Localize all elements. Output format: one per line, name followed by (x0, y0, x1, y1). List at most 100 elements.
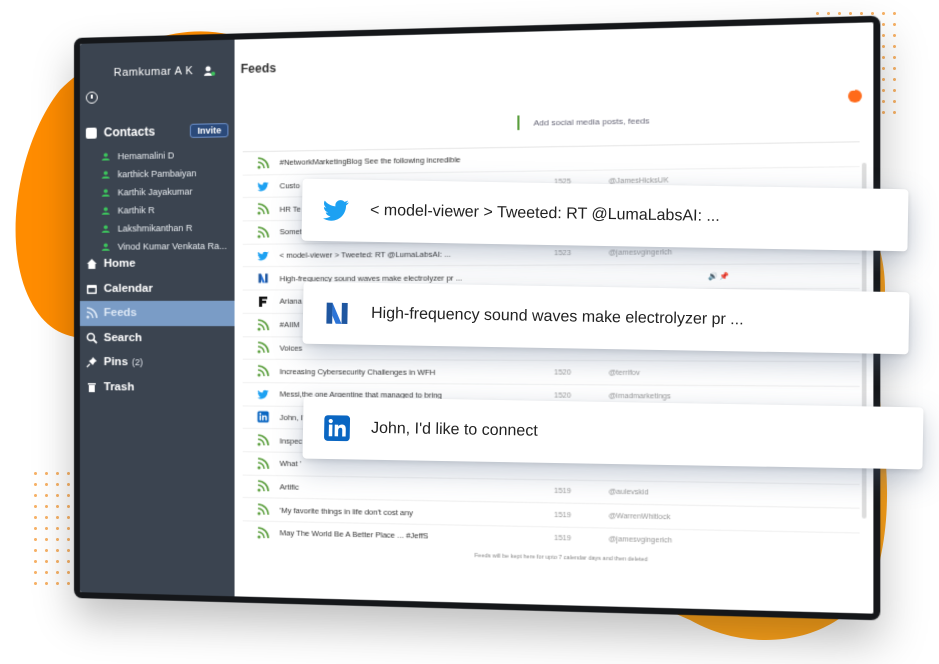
feed-time: 1520 (554, 368, 571, 377)
rss-icon (257, 503, 269, 515)
nikola-card-text: High-frequency sound waves make electrol… (370, 304, 744, 329)
linkedin-card-text: John, I'd like to connect (370, 419, 538, 440)
pins-count: (2) (131, 357, 143, 368)
nav-search[interactable]: Search (80, 326, 235, 351)
contact-name: Vinod Kumar Venkata Ra... (117, 240, 227, 252)
feed-author: @imadmarketings (608, 392, 671, 401)
nav-feeds[interactable]: Feeds (79, 300, 235, 326)
feed-time (554, 158, 608, 159)
feed-author: @aulevskid (608, 488, 649, 497)
rss-icon (257, 319, 269, 331)
calendar-icon (86, 284, 97, 294)
feed-time: 1519 (554, 511, 571, 520)
linkedin-icon (257, 411, 269, 423)
feed-time: 1519 (554, 487, 571, 496)
add-social-label: Add social media posts, feeds (533, 115, 650, 128)
contact-item[interactable]: karthick Pambaiyan (101, 164, 233, 184)
feed-title: May The World Be A Better Place ... #Jef… (279, 528, 429, 541)
feed-time: 1523 (554, 249, 571, 258)
feed-author: @WarrenWhitlock (608, 512, 671, 521)
user-name: Ramkumar A K (113, 65, 194, 80)
twitter-icon (257, 249, 269, 261)
nav-search-label: Search (103, 331, 142, 344)
feed-title: < model-viewer > Tweeted: RT @LumaLabsAI… (279, 249, 451, 260)
nav-pins[interactable]: Pins (2) (80, 350, 235, 375)
contact-name: Hemamalini D (117, 150, 175, 162)
user-row[interactable]: Ramkumar A K (114, 64, 216, 79)
feed-time: 1520 (554, 392, 571, 401)
rss-icon (257, 527, 269, 539)
nav-trash[interactable]: Trash (80, 375, 235, 401)
f-icon (257, 296, 269, 308)
contact-item[interactable]: Karthik R (101, 200, 233, 220)
feed-author: @jamesvgingerich (608, 536, 673, 546)
contacts-icon (85, 127, 97, 139)
rss-icon (86, 307, 98, 319)
contact-person-icon (101, 170, 110, 179)
contact-person-icon (101, 224, 110, 233)
nav-calendar[interactable]: Calendar (80, 276, 235, 301)
contact-person-icon (101, 188, 110, 197)
contact-name: karthick Pambaiyan (117, 168, 197, 180)
contact-item[interactable]: Lakshmikanthan R (101, 218, 233, 237)
home-icon (86, 258, 97, 269)
feed-author (609, 156, 708, 157)
contact-person-icon (101, 242, 110, 251)
contact-person-icon (101, 206, 110, 215)
nikola-icon (326, 302, 348, 324)
contact-item[interactable]: Karthik Jayakumar (101, 182, 233, 202)
contacts-header: Contacts Invite (85, 123, 233, 140)
feed-time: 1519 (554, 535, 571, 543)
sidebar: Ramkumar A K Contacts Invite Hemamalini … (79, 39, 235, 597)
contact-item[interactable]: Hemamalini D (101, 145, 233, 165)
nikola-icon (257, 272, 269, 284)
add-social-button[interactable]: Add social media posts, feeds (517, 113, 650, 131)
contacts-title: Contacts (103, 124, 155, 140)
feed-title: 'My favorite things in life don't cost a… (279, 505, 413, 518)
contact-person-icon (101, 152, 110, 161)
contact-name: Karthik R (117, 205, 155, 216)
contact-list: Hemamalini D karthick Pambaiyan Karthik … (101, 145, 233, 255)
main-nav: Home Calendar Feeds Search Pins (2) Trash (79, 251, 235, 401)
nav-trash-label: Trash (103, 380, 135, 394)
twitter-icon (257, 180, 269, 192)
rss-icon (257, 365, 269, 377)
pin-icon (86, 356, 97, 368)
search-icon (86, 331, 98, 343)
linkedin-icon (324, 415, 351, 442)
twitter-feed-card[interactable]: < model-viewer > Tweeted: RT @LumaLabsAI… (301, 178, 909, 252)
rss-icon (257, 457, 269, 469)
nav-feeds-label: Feeds (103, 307, 137, 320)
contact-name: Karthik Jayakumar (117, 186, 193, 198)
more-options-icon[interactable] (848, 89, 862, 103)
speaker-pin-actions-icon[interactable]: 🔊 📌 (708, 273, 730, 282)
contact-name: Lakshmikanthan R (117, 222, 193, 234)
rss-icon (257, 203, 269, 215)
user-status-icon (204, 66, 216, 76)
add-feed-icon (517, 115, 529, 131)
trash-icon (87, 382, 96, 392)
nav-calendar-label: Calendar (103, 282, 153, 295)
rss-icon (257, 226, 269, 238)
twitter-icon (322, 200, 350, 221)
feed-author: @terrifov (608, 369, 640, 377)
nikola-feed-card[interactable]: High-frequency sound waves make electrol… (302, 281, 910, 355)
feed-author: @jamesvgingerich (608, 249, 673, 258)
feed-title: Artific (279, 482, 299, 492)
page-title: Feeds (240, 60, 277, 77)
feed-author (609, 468, 708, 469)
clock-icon[interactable] (85, 91, 98, 104)
nav-home[interactable]: Home (80, 251, 235, 277)
twitter-icon (257, 550, 269, 557)
feed-time (554, 468, 608, 469)
rss-icon (257, 157, 269, 169)
nav-pins-label: Pins (103, 356, 128, 369)
rss-icon (257, 434, 269, 446)
retention-note: Feeds will be kept here for upto 7 calen… (474, 552, 648, 564)
twitter-card-text: < model-viewer > Tweeted: RT @LumaLabsAI… (369, 201, 720, 226)
invite-button[interactable]: Invite (190, 123, 229, 138)
feed-title: Increasing Cybersecurity Challenges in W… (279, 366, 436, 377)
linkedin-feed-card[interactable]: John, I'd like to connect (302, 396, 924, 470)
twitter-icon (257, 388, 269, 400)
rss-icon (257, 480, 269, 492)
